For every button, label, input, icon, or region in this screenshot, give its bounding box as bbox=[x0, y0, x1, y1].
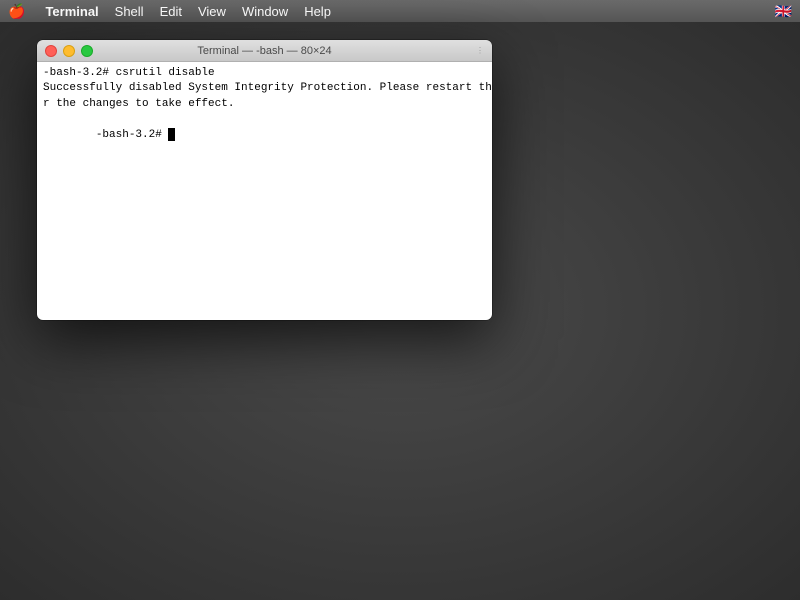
menu-help[interactable]: Help bbox=[304, 4, 331, 19]
maximize-button[interactable] bbox=[81, 45, 93, 57]
menu-view[interactable]: View bbox=[198, 4, 226, 19]
minimize-button[interactable] bbox=[63, 45, 75, 57]
menu-edit[interactable]: Edit bbox=[160, 4, 182, 19]
flag-icon: 🇬🇧 bbox=[775, 3, 792, 20]
terminal-window: Terminal — -bash — 80×24 ⋮ -bash-3.2# cs… bbox=[37, 40, 492, 320]
menu-window[interactable]: Window bbox=[242, 4, 288, 19]
terminal-line-1: -bash-3.2# csrutil disable bbox=[43, 66, 486, 81]
apple-menu[interactable]: 🍎 bbox=[8, 3, 25, 20]
desktop: Terminal — -bash — 80×24 ⋮ -bash-3.2# cs… bbox=[0, 22, 800, 600]
terminal-line-2: Successfully disabled System Integrity P… bbox=[43, 81, 486, 96]
menu-shell[interactable]: Shell bbox=[115, 4, 144, 19]
terminal-content[interactable]: -bash-3.2# csrutil disable Successfully … bbox=[37, 62, 492, 320]
window-title: Terminal — -bash — 80×24 bbox=[197, 45, 331, 57]
scroll-icon: ⋮ bbox=[474, 45, 486, 57]
traffic-lights bbox=[45, 45, 93, 57]
menu-terminal[interactable]: Terminal bbox=[45, 4, 98, 19]
menubar: 🍎 Terminal Shell Edit View Window Help 🇬… bbox=[0, 0, 800, 22]
terminal-line-3: r the changes to take effect. bbox=[43, 97, 486, 112]
close-button[interactable] bbox=[45, 45, 57, 57]
title-bar: Terminal — -bash — 80×24 ⋮ bbox=[37, 40, 492, 62]
cursor bbox=[168, 128, 175, 141]
terminal-line-4: -bash-3.2# bbox=[43, 112, 486, 158]
